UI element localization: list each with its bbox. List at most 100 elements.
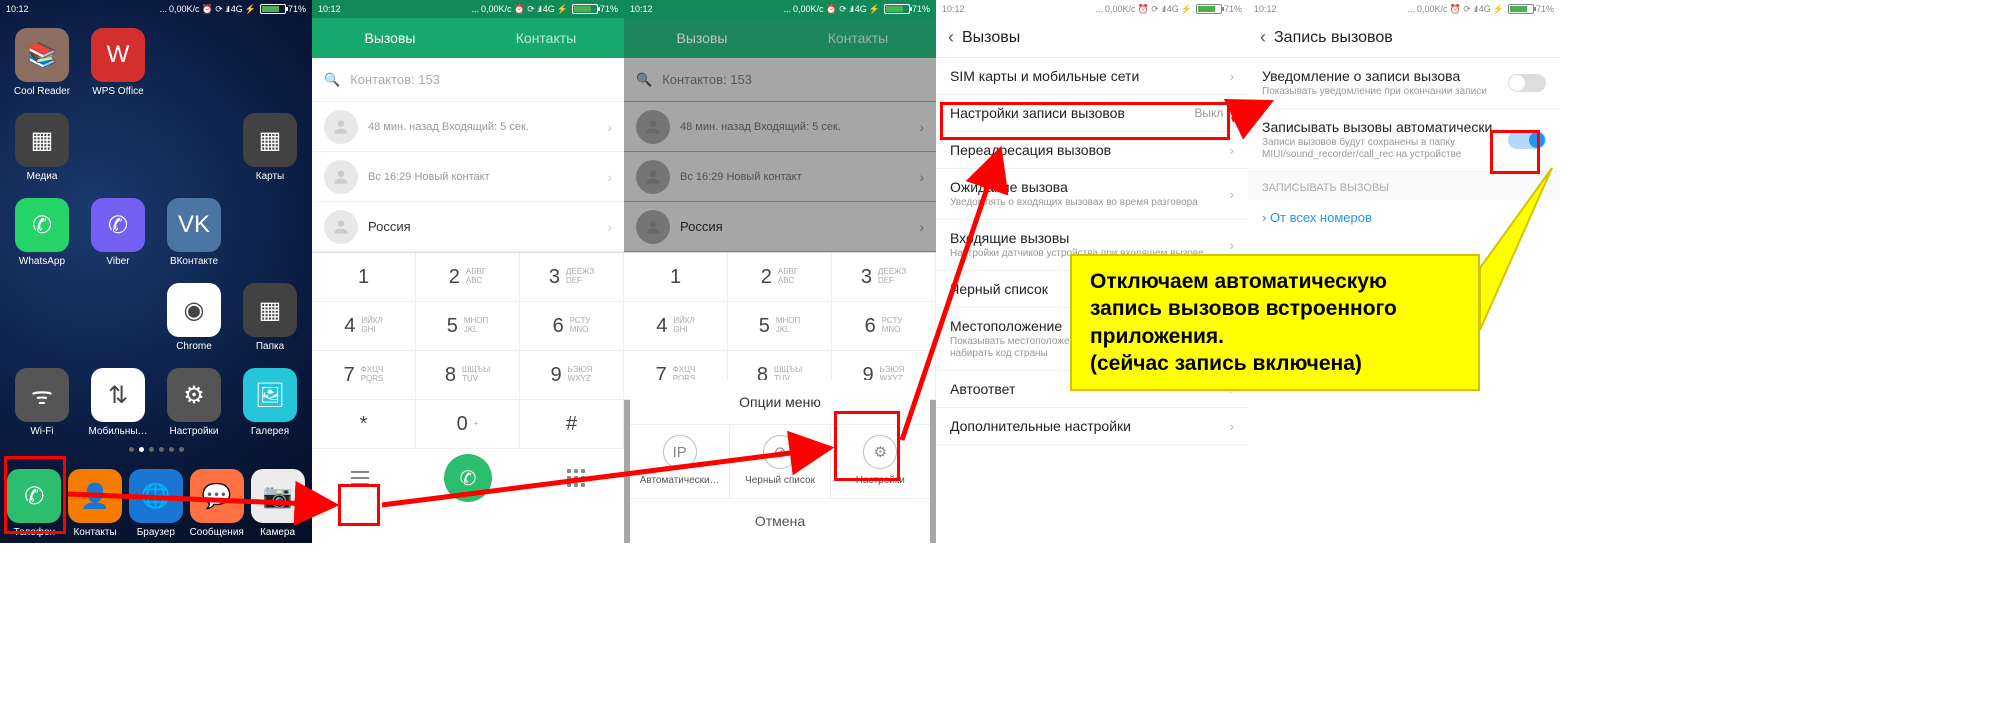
call-item[interactable]: 48 мин. назад Входящий: 5 сек.› bbox=[312, 102, 624, 152]
page-dots bbox=[0, 447, 312, 452]
home-screen: 10:12 ...0,00K/с ⏰ ⟳.ıll4G ⚡71% 📚Cool Re… bbox=[0, 0, 312, 543]
callout: Отключаем автоматическую запись вызовов … bbox=[1070, 254, 1480, 391]
call-item[interactable]: Россия› bbox=[312, 202, 624, 252]
chevron-right-icon: › bbox=[607, 119, 612, 135]
search-icon: 🔍 bbox=[324, 72, 340, 88]
chevron-right-icon: › bbox=[1229, 418, 1234, 434]
dial-key-5[interactable]: 5МНОПJKL bbox=[416, 302, 520, 351]
app-icon[interactable]: WWPS Office bbox=[82, 28, 154, 97]
sheet-item-1[interactable]: ⊘Черный список bbox=[730, 425, 830, 498]
app-icon[interactable]: ⚙Настройки bbox=[158, 368, 230, 437]
app-icon bbox=[158, 113, 230, 182]
dial-key-7[interactable]: 7ФХЦЧPQRS bbox=[312, 351, 416, 400]
chevron-right-icon: › bbox=[1229, 68, 1234, 84]
sheet-item-icon: ⚙ bbox=[863, 435, 897, 469]
settings-link[interactable]: › От всех номеров bbox=[1248, 200, 1560, 235]
tab-contacts[interactable]: Контакты bbox=[468, 18, 624, 58]
app-icon[interactable]: ✆WhatsApp bbox=[6, 198, 78, 267]
section-header: ЗАПИСЫВАТЬ ВЫЗОВЫ bbox=[1248, 172, 1560, 200]
toggle-switch[interactable] bbox=[1508, 74, 1546, 92]
sheet-title: Опции меню bbox=[630, 380, 930, 425]
menu-button[interactable] bbox=[348, 466, 372, 490]
dial-key-5[interactable]: 5МНОПJKL bbox=[728, 302, 832, 351]
sheet-item-0[interactable]: IPАвтоматически… bbox=[630, 425, 730, 498]
call-item[interactable]: Вс 16:29 Новый контакт› bbox=[312, 152, 624, 202]
status-bar: 10:12 ...0,00K/с⏰ ⟳.ıll4G⚡71% bbox=[1248, 0, 1560, 18]
dial-key-3[interactable]: 3ДЕЁЖЗDEF bbox=[520, 253, 624, 302]
sheet-cancel[interactable]: Отмена bbox=[630, 498, 930, 543]
status-bar: 10:12 ...0,00K/с⏰ ⟳.ıll4G⚡71% bbox=[312, 0, 624, 18]
tab-calls[interactable]: Вызовы bbox=[312, 18, 468, 58]
chevron-right-icon: › bbox=[1229, 105, 1234, 121]
settings-item[interactable]: Записывать вызовы автоматическиЗаписи вы… bbox=[1248, 109, 1560, 172]
dial-key-9[interactable]: 9ЬЭЮЯWXYZ bbox=[520, 351, 624, 400]
call-button[interactable]: ✆ bbox=[444, 454, 492, 502]
app-icon[interactable]: 📚Cool Reader bbox=[6, 28, 78, 97]
avatar-icon bbox=[324, 110, 358, 144]
dial-key-2[interactable]: 2АБВГABC bbox=[728, 253, 832, 302]
chevron-right-icon: › bbox=[1229, 142, 1234, 158]
app-icon[interactable]: VKВКонтакте bbox=[158, 198, 230, 267]
app-icon[interactable]: ◉Chrome bbox=[158, 283, 230, 352]
dock-icon-Камера[interactable]: 📷Камера bbox=[251, 469, 305, 538]
settings-item[interactable]: Дополнительные настройки› bbox=[936, 408, 1248, 445]
options-sheet: Опции меню IPАвтоматически…⊘Черный списо… bbox=[630, 380, 930, 543]
dock-icon-Браузер[interactable]: 🌐Браузер bbox=[129, 469, 183, 538]
avatar-icon bbox=[324, 210, 358, 244]
app-icon[interactable]: ▦Карты bbox=[234, 113, 306, 182]
dial-key-3[interactable]: 3ДЕЁЖЗDEF bbox=[832, 253, 936, 302]
app-icon bbox=[82, 283, 154, 352]
app-icon bbox=[82, 113, 154, 182]
phone-app-menu: 10:12 ...0,00K/с⏰ ⟳.ıll4G⚡71% ВызовыКонт… bbox=[624, 0, 936, 543]
sheet-item-2[interactable]: ⚙Настройки bbox=[831, 425, 930, 498]
app-icon bbox=[234, 198, 306, 267]
dock-icon-Сообщения[interactable]: 💬Сообщения bbox=[190, 469, 244, 538]
settings-item[interactable]: Настройки записи вызововВыкл› bbox=[936, 95, 1248, 132]
settings-item[interactable]: Переадресация вызовов› bbox=[936, 132, 1248, 169]
dock-icon-Телефон[interactable]: ✆Телефон bbox=[7, 469, 61, 538]
dial-key-8[interactable]: 8ШЩЪЫTUV bbox=[416, 351, 520, 400]
dial-key-*[interactable]: * bbox=[312, 400, 416, 449]
settings-item[interactable]: Ожидание вызоваУведомлять о входящих выз… bbox=[936, 169, 1248, 220]
back-icon[interactable]: ‹ bbox=[1260, 27, 1266, 48]
dial-key-#[interactable]: # bbox=[520, 400, 624, 449]
dial-key-6[interactable]: 6РСТУMNO bbox=[520, 302, 624, 351]
app-icon[interactable]: ᯤWi-Fi bbox=[6, 368, 78, 437]
status-bar: 10:12 ...0,00K/с ⏰ ⟳.ıll4G ⚡71% bbox=[0, 0, 312, 18]
app-icon[interactable]: ▦Медиа bbox=[6, 113, 78, 182]
dial-key-1[interactable]: 1 bbox=[312, 253, 416, 302]
app-icon[interactable]: 🖼Галерея bbox=[234, 368, 306, 437]
dial-key-4[interactable]: 4ИЙКЛGHI bbox=[624, 302, 728, 351]
chevron-right-icon: › bbox=[1229, 237, 1234, 253]
status-bar: 10:12 ...0,00K/с⏰ ⟳.ıll4G⚡71% bbox=[936, 0, 1248, 18]
dial-key-4[interactable]: 4ИЙКЛGHI bbox=[312, 302, 416, 351]
back-icon[interactable]: ‹ bbox=[948, 27, 954, 48]
app-icon[interactable]: ✆Viber bbox=[82, 198, 154, 267]
dial-key-1[interactable]: 1 bbox=[624, 253, 728, 302]
dock-icon-Контакты[interactable]: 👤Контакты bbox=[68, 469, 122, 538]
keypad-toggle[interactable] bbox=[564, 466, 588, 490]
sheet-item-icon: IP bbox=[663, 435, 697, 469]
page-title: Вызовы bbox=[962, 29, 1020, 47]
phone-app: 10:12 ...0,00K/с⏰ ⟳.ıll4G⚡71% Вызовы Кон… bbox=[312, 0, 624, 543]
dial-key-6[interactable]: 6РСТУMNO bbox=[832, 302, 936, 351]
chevron-right-icon: › bbox=[607, 219, 612, 235]
dial-key-2[interactable]: 2АБВГABC bbox=[416, 253, 520, 302]
page-title: Запись вызовов bbox=[1274, 29, 1393, 47]
app-icon bbox=[6, 283, 78, 352]
settings-item[interactable]: SIM карты и мобильные сети› bbox=[936, 58, 1248, 95]
search-input[interactable]: 🔍 Контактов: 153 bbox=[312, 58, 624, 102]
app-icon bbox=[234, 28, 306, 97]
app-icon[interactable]: ▦Папка bbox=[234, 283, 306, 352]
chevron-right-icon: › bbox=[1229, 186, 1234, 202]
phone-tabs: Вызовы Контакты bbox=[312, 18, 624, 58]
app-icon bbox=[158, 28, 230, 97]
settings-item[interactable]: Уведомление о записи вызоваПоказывать ув… bbox=[1248, 58, 1560, 109]
toggle-switch[interactable] bbox=[1508, 131, 1546, 149]
dial-key-0[interactable]: 0+ bbox=[416, 400, 520, 449]
status-bar: 10:12 ...0,00K/с⏰ ⟳.ıll4G⚡71% bbox=[624, 0, 936, 18]
avatar-icon bbox=[324, 160, 358, 194]
chevron-right-icon: › bbox=[607, 169, 612, 185]
sheet-item-icon: ⊘ bbox=[763, 435, 797, 469]
app-icon[interactable]: ⇅Мобильны… bbox=[82, 368, 154, 437]
